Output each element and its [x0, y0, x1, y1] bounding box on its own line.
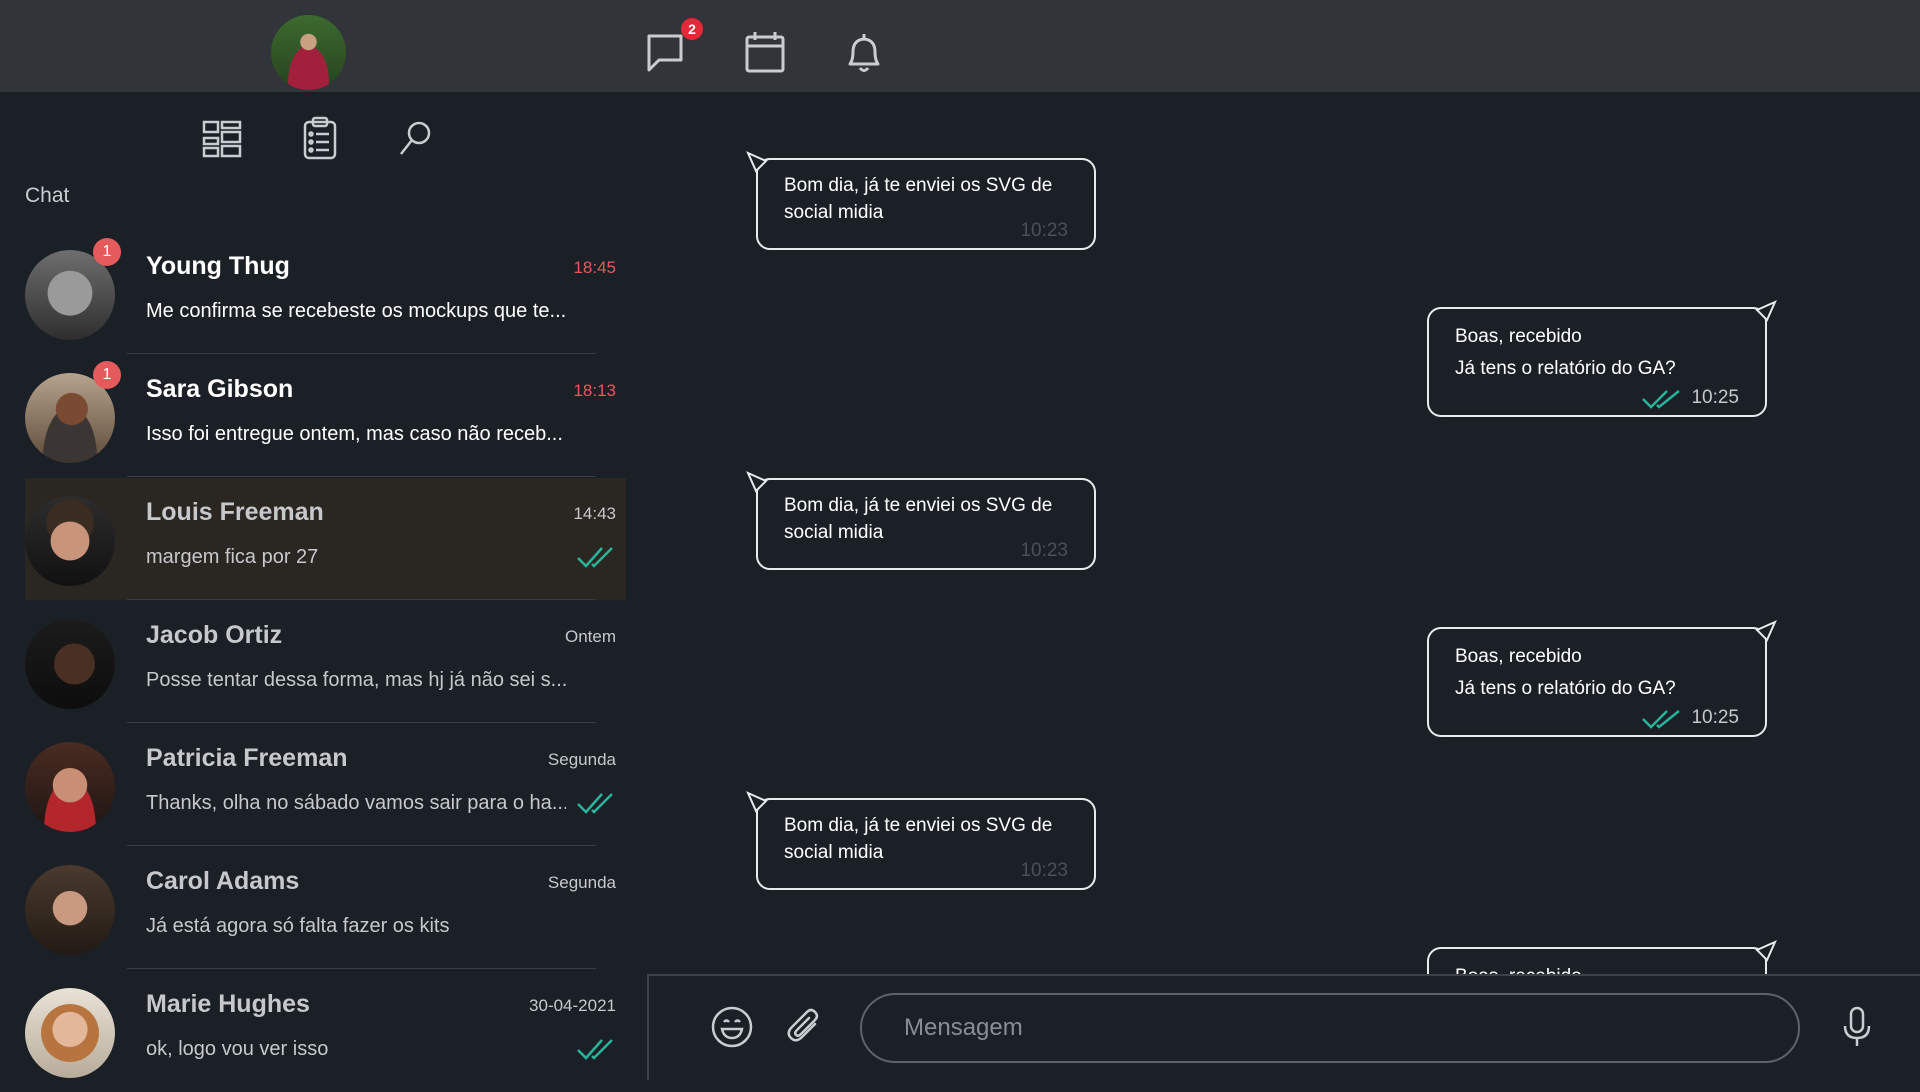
message-line: social midia — [784, 202, 884, 223]
contact-time: Segunda — [547, 873, 616, 892]
message-text: Bom dia, já te enviei os SVG de social mi… — [784, 812, 1074, 866]
message-count-badge: 2 — [681, 18, 703, 40]
divider — [127, 845, 596, 846]
microphone-icon[interactable] — [1834, 1004, 1880, 1050]
contact-item-jacob-ortiz[interactable]: Jacob Ortiz Ontem Posse tentar dessa for… — [25, 601, 626, 723]
avatar — [25, 496, 115, 586]
divider — [127, 353, 596, 354]
contact-name: Young Thug — [146, 252, 290, 280]
contact-item-carol-adams[interactable]: Carol Adams Segunda Já está agora só fal… — [25, 847, 626, 969]
chat-heading: Chat — [25, 184, 70, 207]
message-preview: Isso foi entregue ontem, mas caso não re… — [146, 423, 563, 445]
message-bubble-incoming: Bom dia, já te enviei os SVG de social mi… — [746, 151, 1096, 250]
contact-time: 14:43 — [573, 504, 616, 523]
message-bubble-outgoing: Boas, recebido Já tens o relatório do GA?… — [1427, 300, 1777, 417]
message-thread[interactable]: Bom dia, já te enviei os SVG de social mi… — [647, 92, 1920, 974]
unread-badge: 1 — [93, 238, 121, 266]
message-preview: ok, logo vou ver isso — [146, 1038, 329, 1060]
calendar-icon[interactable] — [741, 28, 791, 78]
message-line: Bom dia, já te enviei os SVG de — [784, 175, 1053, 196]
sidebar: Chat 1 Young Thug 18:45 Me confirma se r… — [0, 92, 647, 1080]
contact-item-marie-hughes[interactable]: Marie Hughes 30-04-2021 ok, logo vou ver… — [25, 970, 626, 1092]
message-line: social midia — [784, 522, 884, 543]
message-time: 10:23 — [1020, 860, 1068, 881]
paperclip-icon[interactable] — [783, 1004, 829, 1050]
message-time: 10:23 — [1020, 540, 1068, 561]
read-receipt-icon — [576, 1036, 618, 1062]
contact-name: Jacob Ortiz — [146, 621, 283, 649]
message-bubble-outgoing: Boas, recebido Já tens o relatório do GA?… — [1427, 620, 1777, 737]
bubble-tail — [746, 151, 768, 173]
read-receipt-icon — [1641, 387, 1685, 411]
contact-name: Carol Adams — [146, 867, 300, 895]
layout-grid-icon[interactable] — [198, 114, 246, 162]
contact-item-patricia-freeman[interactable]: Patricia Freeman Segunda Thanks, olha no… — [25, 724, 626, 846]
bubble-tail — [1755, 940, 1777, 962]
message-preview: Me confirma se recebeste os mockups que … — [146, 300, 566, 322]
message-text: Boas, recebido Já tens o relatório do GA? — [1455, 321, 1745, 385]
message-time: 10:23 — [1020, 220, 1068, 241]
divider — [127, 722, 596, 723]
message-time: 10:25 — [1691, 387, 1739, 408]
avatar — [25, 742, 115, 832]
divider — [127, 599, 596, 600]
message-line: Boas, recebido — [1455, 646, 1582, 667]
bell-icon[interactable] — [839, 28, 889, 78]
contact-name: Marie Hughes — [146, 990, 310, 1018]
message-text: Boas, recebido — [1455, 961, 1745, 974]
contact-name: Patricia Freeman — [146, 744, 348, 772]
message-preview: Thanks, olha no sábado vamos sair para o… — [146, 792, 566, 814]
divider — [127, 476, 596, 477]
contact-time: 18:13 — [573, 381, 616, 400]
message-time: 10:25 — [1691, 707, 1739, 728]
divider — [127, 968, 596, 969]
unread-badge: 1 — [93, 361, 121, 389]
contact-time: Segunda — [547, 750, 616, 769]
message-text: Bom dia, já te enviei os SVG de social mi… — [784, 492, 1074, 546]
read-receipt-icon — [1641, 707, 1685, 731]
avatar — [25, 619, 115, 709]
contact-item-young-thug[interactable]: 1 Young Thug 18:45 Me confirma se recebe… — [25, 232, 626, 354]
bubble-tail — [746, 791, 768, 813]
search-icon[interactable] — [391, 114, 439, 162]
contact-time: Ontem — [564, 627, 616, 646]
contact-name: Louis Freeman — [146, 498, 324, 526]
message-text: Boas, recebido Já tens o relatório do GA? — [1455, 641, 1745, 705]
message-text: Bom dia, já te enviei os SVG de social mi… — [784, 172, 1074, 226]
message-preview: Posse tentar dessa forma, mas hj já não … — [146, 669, 566, 691]
emoji-icon[interactable] — [709, 1004, 755, 1050]
message-line: Bom dia, já te enviei os SVG de — [784, 495, 1053, 516]
message-preview: margem fica por 27 — [146, 546, 319, 568]
message-preview: Já está agora só falta fazer os kits — [146, 915, 450, 937]
contact-item-louis-freeman[interactable]: Louis Freeman 14:43 margem fica por 27 — [25, 478, 626, 600]
avatar — [25, 865, 115, 955]
message-line: Já tens o relatório do GA? — [1455, 678, 1676, 699]
top-bar: 2 — [0, 0, 1920, 92]
read-receipt-icon — [576, 790, 618, 816]
avatar — [25, 988, 115, 1078]
contact-time: 30-04-2021 — [529, 996, 616, 1015]
message-input[interactable] — [860, 993, 1800, 1063]
message-line: Boas, recebido — [1455, 966, 1582, 974]
message-bubble-outgoing: Boas, recebido — [1427, 940, 1777, 974]
message-line: Boas, recebido — [1455, 326, 1582, 347]
read-receipt-icon — [576, 544, 618, 570]
message-bubble-incoming: Bom dia, já te enviei os SVG de social mi… — [746, 471, 1096, 570]
message-line: social midia — [784, 842, 884, 863]
message-bubble-incoming: Bom dia, já te enviei os SVG de social mi… — [746, 791, 1096, 890]
message-line: Já tens o relatório do GA? — [1455, 358, 1676, 379]
bubble-tail — [746, 471, 768, 493]
bubble-tail — [1755, 620, 1777, 642]
clipboard-list-icon[interactable] — [296, 114, 344, 162]
message-line: Bom dia, já te enviei os SVG de — [784, 815, 1053, 836]
user-avatar[interactable] — [271, 15, 346, 90]
message-composer — [647, 974, 1920, 1080]
contact-time: 18:45 — [573, 258, 616, 277]
contact-item-sara-gibson[interactable]: 1 Sara Gibson 18:13 Isso foi entregue on… — [25, 355, 626, 477]
contact-name: Sara Gibson — [146, 375, 294, 403]
bubble-tail — [1755, 300, 1777, 322]
